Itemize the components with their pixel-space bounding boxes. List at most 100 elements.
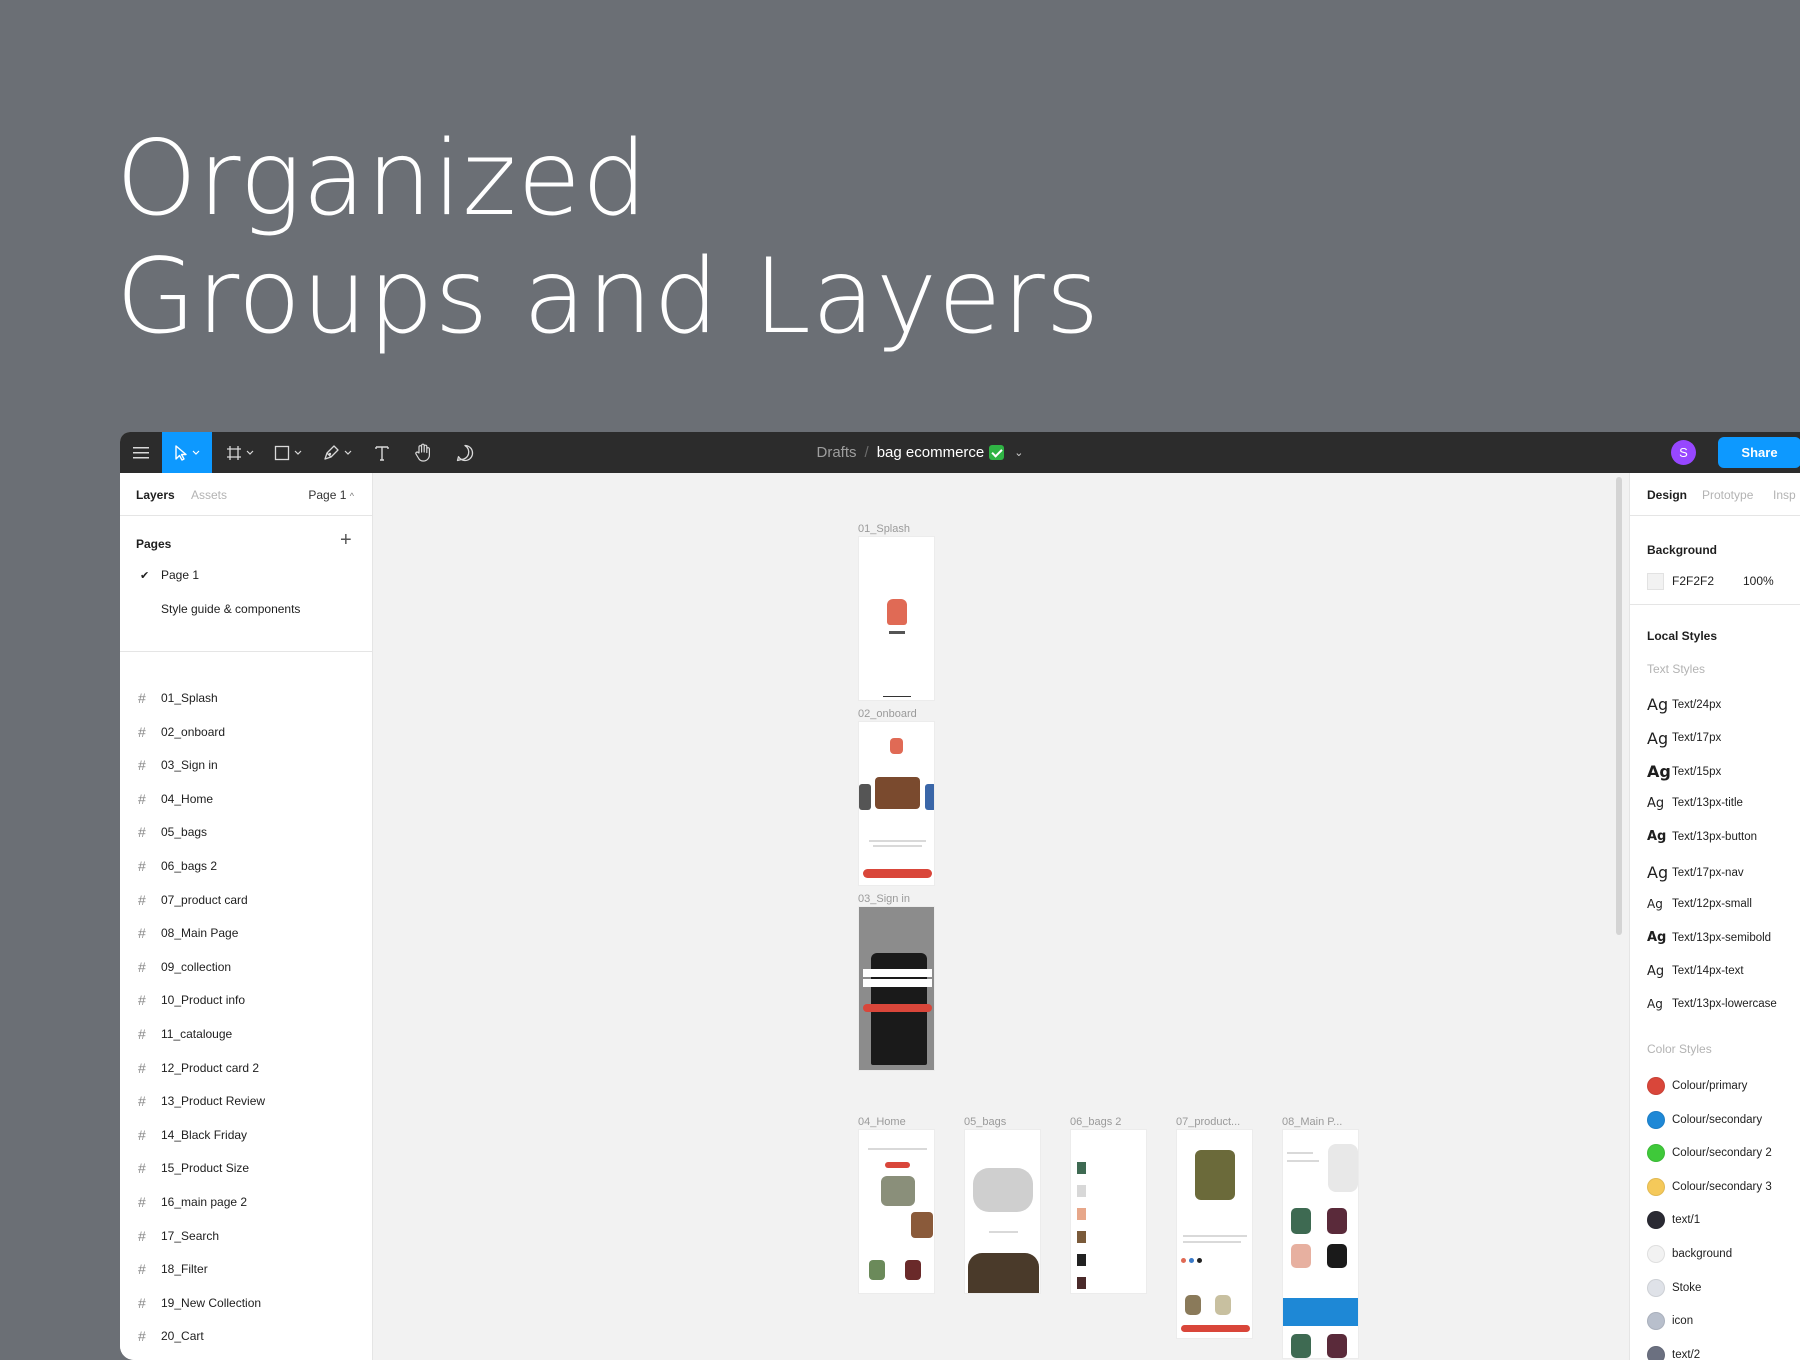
- frame-onboard[interactable]: [858, 721, 935, 886]
- layer-item[interactable]: #14_Black Friday: [138, 1126, 247, 1144]
- tab-inspect[interactable]: Insp: [1773, 488, 1796, 502]
- color-style-item[interactable]: Colour/secondary 2: [1647, 1144, 1772, 1163]
- text-style-label: Text/17px: [1672, 732, 1722, 745]
- layer-item[interactable]: #11_catalouge: [138, 1025, 232, 1043]
- frame-icon: #: [138, 992, 146, 1009]
- breadcrumb-drafts[interactable]: Drafts: [817, 444, 857, 461]
- frame-sign-in[interactable]: [858, 906, 935, 1071]
- product-image: [911, 1212, 933, 1238]
- layer-item[interactable]: #17_Search: [138, 1227, 219, 1245]
- layer-item[interactable]: #18_Filter: [138, 1260, 208, 1278]
- frame-label[interactable]: 01_Splash: [858, 523, 910, 535]
- color-style-item[interactable]: Colour/primary: [1647, 1077, 1747, 1095]
- frame-label[interactable]: 07_product...: [1176, 1116, 1240, 1128]
- layer-item[interactable]: #01_Splash: [138, 689, 218, 707]
- file-name[interactable]: bag ecommerce: [877, 444, 985, 461]
- color-style-label: icon: [1672, 1315, 1694, 1328]
- text-style-item[interactable]: Ag Text/24px: [1647, 695, 1721, 714]
- color-swatch: [1647, 1077, 1665, 1095]
- background-opacity-input[interactable]: 100%: [1743, 574, 1774, 588]
- frame-label[interactable]: 06_bags 2: [1070, 1116, 1121, 1128]
- product-image: [1327, 1244, 1347, 1268]
- tab-design[interactable]: Design: [1647, 488, 1687, 502]
- layer-item[interactable]: #10_Product info: [138, 991, 245, 1009]
- text-style-item[interactable]: Ag Text/17px: [1647, 729, 1721, 748]
- product-image: [1195, 1150, 1235, 1200]
- text-style-preview: Ag: [1647, 963, 1665, 979]
- color-style-item[interactable]: icon: [1647, 1312, 1694, 1331]
- page-item[interactable]: Page 1: [161, 568, 199, 582]
- layer-item[interactable]: #03_Sign in: [138, 756, 218, 774]
- layer-item[interactable]: #02_onboard: [138, 723, 225, 741]
- layer-item-label: 07_product card: [161, 892, 248, 907]
- text-style-item[interactable]: Ag Text/14px-text: [1647, 964, 1744, 979]
- frame-icon: #: [138, 1294, 146, 1311]
- layer-item[interactable]: #12_Product card 2: [138, 1059, 259, 1077]
- frame-icon: #: [138, 1026, 146, 1042]
- background-swatch[interactable]: [1647, 573, 1664, 590]
- text-style-item[interactable]: Ag Text/17px-nav: [1647, 863, 1744, 882]
- layer-item[interactable]: #16_main page 2: [138, 1193, 247, 1211]
- text-style-preview: Ag: [1647, 762, 1671, 782]
- color-style-item[interactable]: text/1: [1647, 1211, 1700, 1230]
- text-style-item[interactable]: Ag Text/12px-small: [1647, 897, 1752, 911]
- color-style-item[interactable]: text/2: [1647, 1345, 1700, 1360]
- frame-home[interactable]: [858, 1129, 935, 1294]
- sign-in-button-mini: [863, 1004, 932, 1012]
- layer-item[interactable]: #04_Home: [138, 790, 213, 808]
- page-item[interactable]: Style guide & components: [161, 602, 300, 616]
- layer-item[interactable]: #08_Main Page: [138, 924, 238, 942]
- frame-icon: #: [138, 1227, 146, 1244]
- layer-item[interactable]: #20_Cart: [138, 1327, 204, 1345]
- tab-layers[interactable]: Layers: [136, 488, 175, 502]
- color-style-item[interactable]: Stoke: [1647, 1278, 1701, 1297]
- color-dot: [1181, 1258, 1186, 1263]
- frame-bags-2[interactable]: [1070, 1129, 1147, 1294]
- text-style-item[interactable]: Ag Text/15px: [1647, 762, 1721, 781]
- color-style-item[interactable]: Colour/secondary: [1647, 1110, 1762, 1129]
- frame-label[interactable]: 08_Main P...: [1282, 1116, 1342, 1128]
- frame-main-page[interactable]: [1282, 1129, 1359, 1359]
- text-style-item[interactable]: Ag Text/13px-title: [1647, 796, 1743, 811]
- layer-item[interactable]: #15_Product Size: [138, 1159, 249, 1177]
- text-style-item[interactable]: Ag Text/13px-lowercase: [1647, 997, 1777, 1011]
- frame-splash[interactable]: [858, 536, 935, 701]
- color-style-item[interactable]: background: [1647, 1245, 1732, 1263]
- frame-bags[interactable]: [964, 1129, 1041, 1294]
- page-selector[interactable]: Page 1 ^: [308, 488, 354, 502]
- tab-prototype[interactable]: Prototype: [1702, 488, 1753, 502]
- color-style-item[interactable]: Colour/secondary 3: [1647, 1177, 1772, 1196]
- right-panel-tabs: Design Prototype Insp: [1630, 473, 1800, 516]
- frame-label[interactable]: 04_Home: [858, 1116, 906, 1128]
- frame-label[interactable]: 02_onboard: [858, 708, 917, 720]
- layer-item[interactable]: #13_Product Review: [138, 1092, 265, 1110]
- frame-label[interactable]: 03_Sign in: [858, 893, 910, 905]
- heading-text: [1287, 1160, 1319, 1162]
- text-style-preview: Ag: [1647, 997, 1663, 1012]
- chevron-down-icon[interactable]: ⌄: [1014, 446, 1023, 459]
- layer-item-label: 10_Product info: [161, 993, 246, 1008]
- text-style-preview: Ag: [1647, 930, 1667, 946]
- text-style-item[interactable]: Ag Text/13px-semibold: [1647, 930, 1771, 945]
- frame-icon: #: [138, 1328, 146, 1345]
- layer-item[interactable]: #05_bags: [138, 823, 207, 841]
- frame-label[interactable]: 05_bags: [964, 1116, 1006, 1128]
- canvas-scrollbar[interactable]: [1616, 477, 1622, 935]
- layer-item[interactable]: #19_New Collection: [138, 1294, 261, 1312]
- tab-assets[interactable]: Assets: [191, 488, 227, 502]
- text-style-preview: Ag: [1647, 695, 1669, 714]
- color-style-label: Colour/secondary 3: [1672, 1180, 1772, 1193]
- canvas[interactable]: 01_Splash 02_onboard 03_Sign in 04_Home: [373, 473, 1629, 1360]
- background-hex-input[interactable]: F2F2F2: [1672, 574, 1714, 588]
- logo-text: [889, 631, 905, 634]
- add-page-button[interactable]: +: [340, 529, 352, 552]
- email-field-mini: [863, 969, 932, 977]
- frame-product-card[interactable]: [1176, 1129, 1253, 1339]
- layer-item-label: 05_bags: [161, 825, 208, 840]
- layer-item[interactable]: #07_product card: [138, 891, 248, 909]
- share-button[interactable]: Share: [1718, 437, 1800, 468]
- layer-item[interactable]: #06_bags 2: [138, 857, 217, 875]
- text-style-item[interactable]: Ag Text/13px-button: [1647, 829, 1757, 844]
- avatar[interactable]: S: [1671, 440, 1696, 465]
- layer-item[interactable]: #09_collection: [138, 958, 231, 976]
